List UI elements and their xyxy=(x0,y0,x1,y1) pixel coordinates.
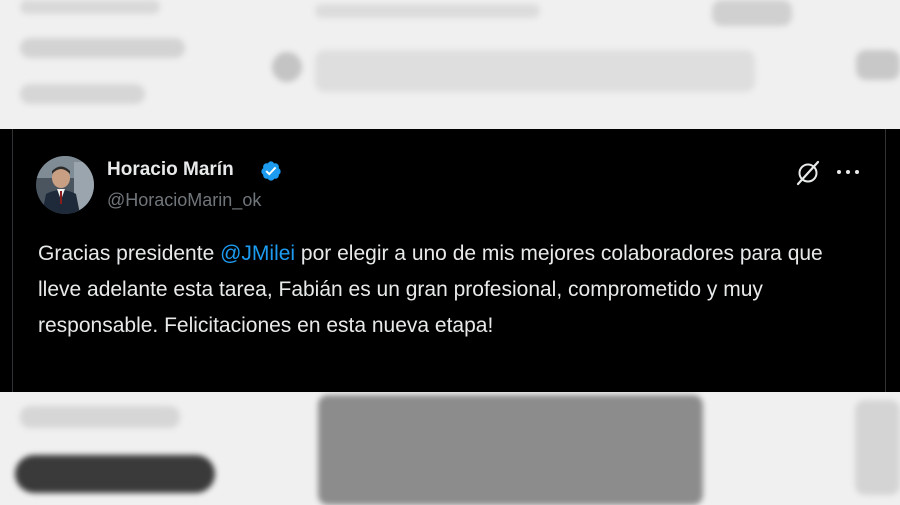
sidebar-placeholder-4 xyxy=(20,406,180,428)
image-placeholder xyxy=(318,395,703,505)
more-options-icon[interactable] xyxy=(834,160,862,186)
mention-link[interactable]: @JMilei xyxy=(220,242,295,265)
author-avatar[interactable] xyxy=(36,156,94,214)
sidebar-placeholder-1 xyxy=(20,0,160,14)
author-name[interactable]: Horacio Marín xyxy=(107,159,234,181)
grok-icon[interactable] xyxy=(795,160,821,186)
post-actions-placeholder xyxy=(315,4,540,18)
sidebar-placeholder-2 xyxy=(20,38,185,58)
reply-avatar-placeholder xyxy=(272,52,302,82)
reply-text-placeholder xyxy=(315,50,755,92)
tweet-text: Gracias presidente @JMilei por elegir a … xyxy=(38,236,868,344)
sidebar-post-button-placeholder xyxy=(15,455,215,493)
card-left-border xyxy=(12,129,13,392)
right-rail-placeholder xyxy=(856,50,900,80)
sidebar-placeholder-3 xyxy=(20,84,145,104)
right-rail-placeholder-2 xyxy=(855,400,900,495)
card-right-border xyxy=(885,129,886,392)
tweet-text-before: Gracias presidente xyxy=(38,242,221,265)
verified-badge-icon xyxy=(261,161,281,181)
author-handle[interactable]: @HoracioMarin_ok xyxy=(107,190,261,211)
post-button-placeholder xyxy=(712,0,792,26)
